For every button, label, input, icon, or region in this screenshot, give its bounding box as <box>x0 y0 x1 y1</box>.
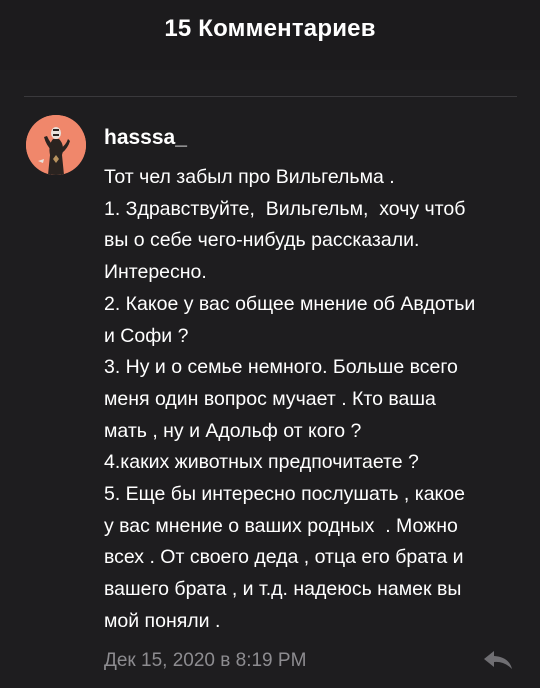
reply-button[interactable] <box>480 647 516 673</box>
comment-item: hasssa_ Тот чел забыл про Вильгельма . 1… <box>0 100 540 688</box>
comment-timestamp: Дек 15, 2020 в 8:19 PM <box>104 650 307 671</box>
comments-header: 15 Комментариев <box>0 0 540 70</box>
comment-body: Тот чел забыл про Вильгельма . 1. Здравс… <box>104 166 476 632</box>
comment-username[interactable]: hasssa_ <box>104 126 187 150</box>
divider <box>24 96 517 97</box>
avatar-image <box>26 115 86 175</box>
avatar[interactable] <box>26 115 86 175</box>
comments-count-title: 15 Комментариев <box>164 15 376 42</box>
reply-arrow-icon <box>484 651 512 669</box>
